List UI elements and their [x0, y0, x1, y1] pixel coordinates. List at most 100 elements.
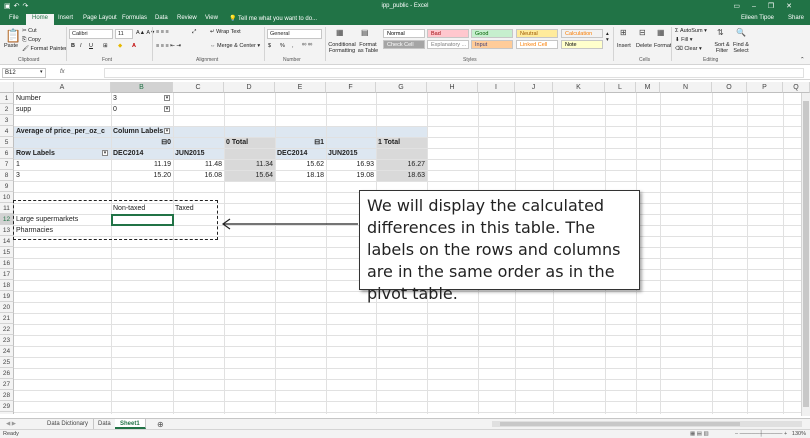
collapse-ribbon-icon[interactable]: ⌃ [800, 57, 805, 63]
row-header-26[interactable]: 26 [0, 368, 14, 379]
row-header-18[interactable]: 18 [0, 280, 14, 291]
sort-filter-button[interactable]: Sort & Filter [712, 42, 732, 54]
formula-input[interactable] [104, 68, 804, 78]
cell-b6[interactable]: DEC2014 [113, 148, 171, 159]
column-header-o[interactable]: O [712, 82, 747, 93]
autosum-button[interactable]: Σ AutoSum ▾ [675, 28, 707, 34]
row-header-5[interactable]: 5 [0, 137, 14, 148]
cell-b5[interactable]: ⊟0 [113, 137, 171, 148]
borders-icon[interactable]: ⊞ [103, 43, 108, 49]
column-header-g[interactable]: G [376, 82, 427, 93]
cell-style-linked-cell[interactable]: Linked Cell [516, 40, 558, 49]
column-header-n[interactable]: N [660, 82, 712, 93]
delete-cells-button[interactable]: Delete [636, 43, 652, 49]
conditional-formatting-button[interactable]: Conditional Formatting [327, 42, 357, 54]
italic-button[interactable]: I [80, 43, 82, 49]
sheet-tab-data[interactable]: Data [93, 419, 117, 429]
hscroll-thumb[interactable] [500, 422, 740, 426]
filter-dropdown-icon[interactable]: ▾ [164, 106, 170, 112]
close-icon[interactable]: ✕ [786, 3, 804, 10]
row-header-9[interactable]: 9 [0, 181, 14, 192]
clear-button[interactable]: ⌫ Clear ▾ [675, 46, 702, 52]
column-header-f[interactable]: F [326, 82, 376, 93]
column-header-q[interactable]: Q [783, 82, 810, 93]
sort-filter-icon[interactable]: ⇅ [717, 28, 724, 37]
row-header-17[interactable]: 17 [0, 269, 14, 280]
cell-b8[interactable]: 15.20 [113, 170, 171, 181]
paste-button[interactable]: Paste [4, 43, 18, 49]
column-header-d[interactable]: D [224, 82, 275, 93]
cell-g5[interactable]: 1 Total [378, 137, 425, 148]
scrollbar-thumb[interactable] [803, 101, 809, 407]
currency-button[interactable]: $ [268, 43, 271, 49]
restore-icon[interactable]: ❐ [768, 3, 786, 10]
tab-review[interactable]: Review [177, 15, 197, 21]
tab-data[interactable]: Data [155, 15, 168, 21]
row-header-3[interactable]: 3 [0, 115, 14, 126]
cell-c6[interactable]: JUN2015 [175, 148, 222, 159]
find-select-button[interactable]: Find & Select [731, 42, 751, 54]
cell-b7[interactable]: 11.19 [113, 159, 171, 170]
column-header-j[interactable]: J [515, 82, 553, 93]
cell-a7[interactable]: 1 [16, 159, 109, 170]
row-header-6[interactable]: 6 [0, 148, 14, 159]
row-header-10[interactable]: 10 [0, 192, 14, 203]
column-header-l[interactable]: L [605, 82, 636, 93]
horizontal-scrollbar[interactable] [492, 421, 802, 427]
zoom-level[interactable]: 130% [792, 431, 806, 437]
cell-style-calculation[interactable]: Calculation [561, 29, 603, 38]
find-select-icon[interactable]: 🔍 [736, 28, 746, 37]
ribbon-display-icon[interactable]: ▭ [733, 3, 752, 10]
merge-center-button[interactable]: ⇔ Merge & Center ▾ [210, 43, 260, 49]
row-header-1[interactable]: 1 [0, 93, 14, 104]
number-format-select[interactable]: General [267, 29, 322, 39]
cell-c7[interactable]: 11.48 [175, 159, 222, 170]
row-header-2[interactable]: 2 [0, 104, 14, 115]
sheet-tab-sheet1[interactable]: Sheet1 [115, 419, 146, 429]
cell-a4[interactable]: Average of price_per_oz_c [16, 126, 109, 137]
name-box-dropdown-icon[interactable]: ▾ [40, 69, 43, 75]
format-painter-button[interactable]: 🖌 Format Painter [22, 46, 67, 52]
column-header-a[interactable]: A [14, 82, 111, 93]
row-header-25[interactable]: 25 [0, 357, 14, 368]
row-header-4[interactable]: 4 [0, 126, 14, 137]
row-header-30[interactable]: 30 [0, 412, 14, 414]
tab-home[interactable]: Home [26, 14, 55, 25]
share-button[interactable]: Share [788, 15, 804, 21]
font-size-select[interactable]: 11 [115, 29, 133, 39]
format-cells-button[interactable]: Format [654, 43, 671, 49]
zoom-slider[interactable]: – ─────┼───── + [735, 431, 787, 437]
row-header-16[interactable]: 16 [0, 258, 14, 269]
new-sheet-icon[interactable]: ⊕ [157, 420, 164, 429]
cell-f7[interactable]: 16.93 [328, 159, 374, 170]
column-header-i[interactable]: I [478, 82, 515, 93]
percent-button[interactable]: % [280, 43, 285, 49]
row-header-7[interactable]: 7 [0, 159, 14, 170]
cell-style-good[interactable]: Good [471, 29, 513, 38]
cell-style-bad[interactable]: Bad [427, 29, 469, 38]
column-header-m[interactable]: M [636, 82, 660, 93]
cell-e5[interactable]: ⊟1 [277, 137, 324, 148]
row-header-24[interactable]: 24 [0, 346, 14, 357]
filter-dropdown-icon[interactable]: ▾ [102, 150, 108, 156]
cell-f8[interactable]: 19.08 [328, 170, 374, 181]
sheet-tab-data-dictionary[interactable]: Data Dictionary [42, 419, 95, 429]
column-header-b[interactable]: B [111, 82, 173, 93]
fill-button[interactable]: ⬇ Fill ▾ [675, 37, 692, 43]
decimal-icon[interactable]: ⁰⁰ ⁰⁰ [302, 43, 312, 49]
column-header-c[interactable]: C [173, 82, 224, 93]
cell-style-input[interactable]: Input [471, 40, 513, 49]
filter-dropdown-icon[interactable]: ▾ [164, 95, 170, 101]
bold-button[interactable]: B [71, 43, 75, 49]
tab-view[interactable]: View [205, 15, 218, 21]
sheet-nav-icon[interactable]: ◀ ▶ [6, 421, 16, 427]
row-header-29[interactable]: 29 [0, 401, 14, 412]
tab-formulas[interactable]: Formulas [122, 15, 147, 21]
wrap-text-button[interactable]: ↵ Wrap Text [210, 29, 241, 35]
row-header-23[interactable]: 23 [0, 335, 14, 346]
cell-a1[interactable]: Number [16, 93, 109, 104]
row-header-12[interactable]: 12 [0, 214, 14, 225]
row-header-15[interactable]: 15 [0, 247, 14, 258]
delete-cells-icon[interactable]: ⊟ [639, 28, 646, 37]
row-header-19[interactable]: 19 [0, 291, 14, 302]
